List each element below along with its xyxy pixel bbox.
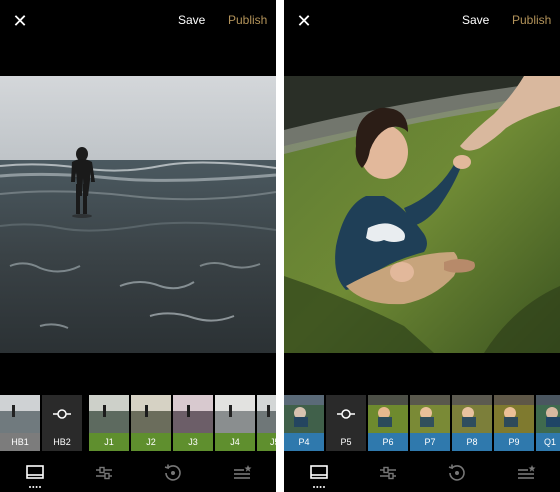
right-editor-screen: ✕ Save Publish P4 P5 P6 P7 P8 P9 Q1 [284, 0, 560, 492]
preset-tile-hb2[interactable]: HB2 [42, 395, 82, 451]
preset-tile-hb1[interactable]: HB1 [0, 395, 40, 451]
adjust-slider-icon [53, 409, 71, 419]
preset-tile-j1[interactable]: J1 [89, 395, 129, 451]
preset-tile-j4[interactable]: J4 [215, 395, 255, 451]
favorites-list-icon[interactable] [515, 462, 537, 484]
close-icon[interactable]: ✕ [10, 11, 30, 31]
save-button[interactable]: Save [462, 13, 489, 27]
preset-strip: P4 P5 P6 P7 P8 P9 Q1 [284, 395, 560, 451]
publish-button[interactable]: Publish [228, 13, 267, 27]
preset-strip: HB1 HB2 J1 J2 J3 J4 J5 [0, 395, 276, 451]
preset-tile-p8[interactable]: P8 [452, 395, 492, 451]
preset-tile-p6[interactable]: P6 [368, 395, 408, 451]
top-bar: ✕ Save Publish [284, 0, 560, 42]
preset-tile-p7[interactable]: P7 [410, 395, 450, 451]
edited-photo-beach [0, 76, 276, 353]
preset-tile-q1[interactable]: Q1 [536, 395, 560, 451]
preset-tile-j5[interactable]: J5 [257, 395, 276, 451]
image-icon[interactable] [24, 462, 46, 488]
history-icon[interactable] [446, 462, 468, 484]
edited-photo-toddler [284, 76, 560, 353]
preset-tile-p4[interactable]: P4 [284, 395, 324, 451]
history-icon[interactable] [162, 462, 184, 484]
bottom-toolbar [284, 458, 560, 492]
preset-tile-j2[interactable]: J2 [131, 395, 171, 451]
save-button[interactable]: Save [178, 13, 205, 27]
close-icon[interactable]: ✕ [294, 11, 314, 31]
sliders-icon[interactable] [377, 462, 399, 484]
sliders-icon[interactable] [93, 462, 115, 484]
preset-tile-p5[interactable]: P5 [326, 395, 366, 451]
publish-button[interactable]: Publish [512, 13, 551, 27]
bottom-toolbar [0, 458, 276, 492]
preset-tile-j3[interactable]: J3 [173, 395, 213, 451]
preset-tile-p9[interactable]: P9 [494, 395, 534, 451]
left-editor-screen: ✕ Save Publish HB1 HB2 J1 J2 J3 J4 J [0, 0, 276, 492]
image-icon[interactable] [308, 462, 330, 488]
adjust-slider-icon [337, 409, 355, 419]
top-bar: ✕ Save Publish [0, 0, 276, 42]
favorites-list-icon[interactable] [231, 462, 253, 484]
